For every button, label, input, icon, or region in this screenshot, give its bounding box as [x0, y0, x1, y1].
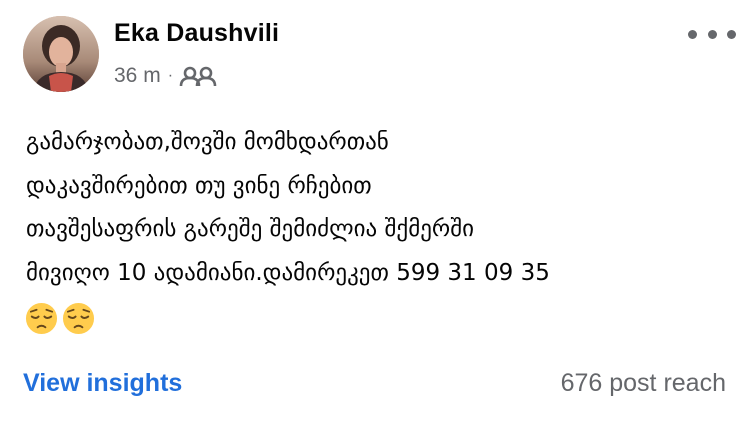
avatar[interactable]	[23, 16, 99, 92]
more-dot	[707, 29, 717, 39]
more-dot	[727, 29, 736, 39]
post-text: გამარჯობათ,შოვში მომხდართან დაკავშირებით…	[26, 129, 550, 286]
more-options-button[interactable]	[688, 22, 736, 46]
post-meta: 36 m ·	[114, 62, 217, 90]
pensive-face-icon	[62, 302, 95, 335]
avatar-image	[23, 16, 99, 92]
emoji-row	[25, 302, 95, 335]
pensive-face-icon	[25, 302, 58, 335]
post-card: Eka Daushvili 36 m · გამარჯობათ,შოვში მო…	[0, 0, 750, 430]
friends-icon[interactable]	[179, 65, 217, 87]
more-horizontal-icon	[688, 29, 697, 39]
post-reach: 676 post reach	[560, 369, 726, 397]
view-insights-link[interactable]: View insights	[23, 369, 182, 398]
meta-separator: ·	[167, 67, 174, 84]
author-name[interactable]: Eka Daushvili	[114, 19, 279, 48]
post-time[interactable]: 36 m	[114, 64, 161, 88]
